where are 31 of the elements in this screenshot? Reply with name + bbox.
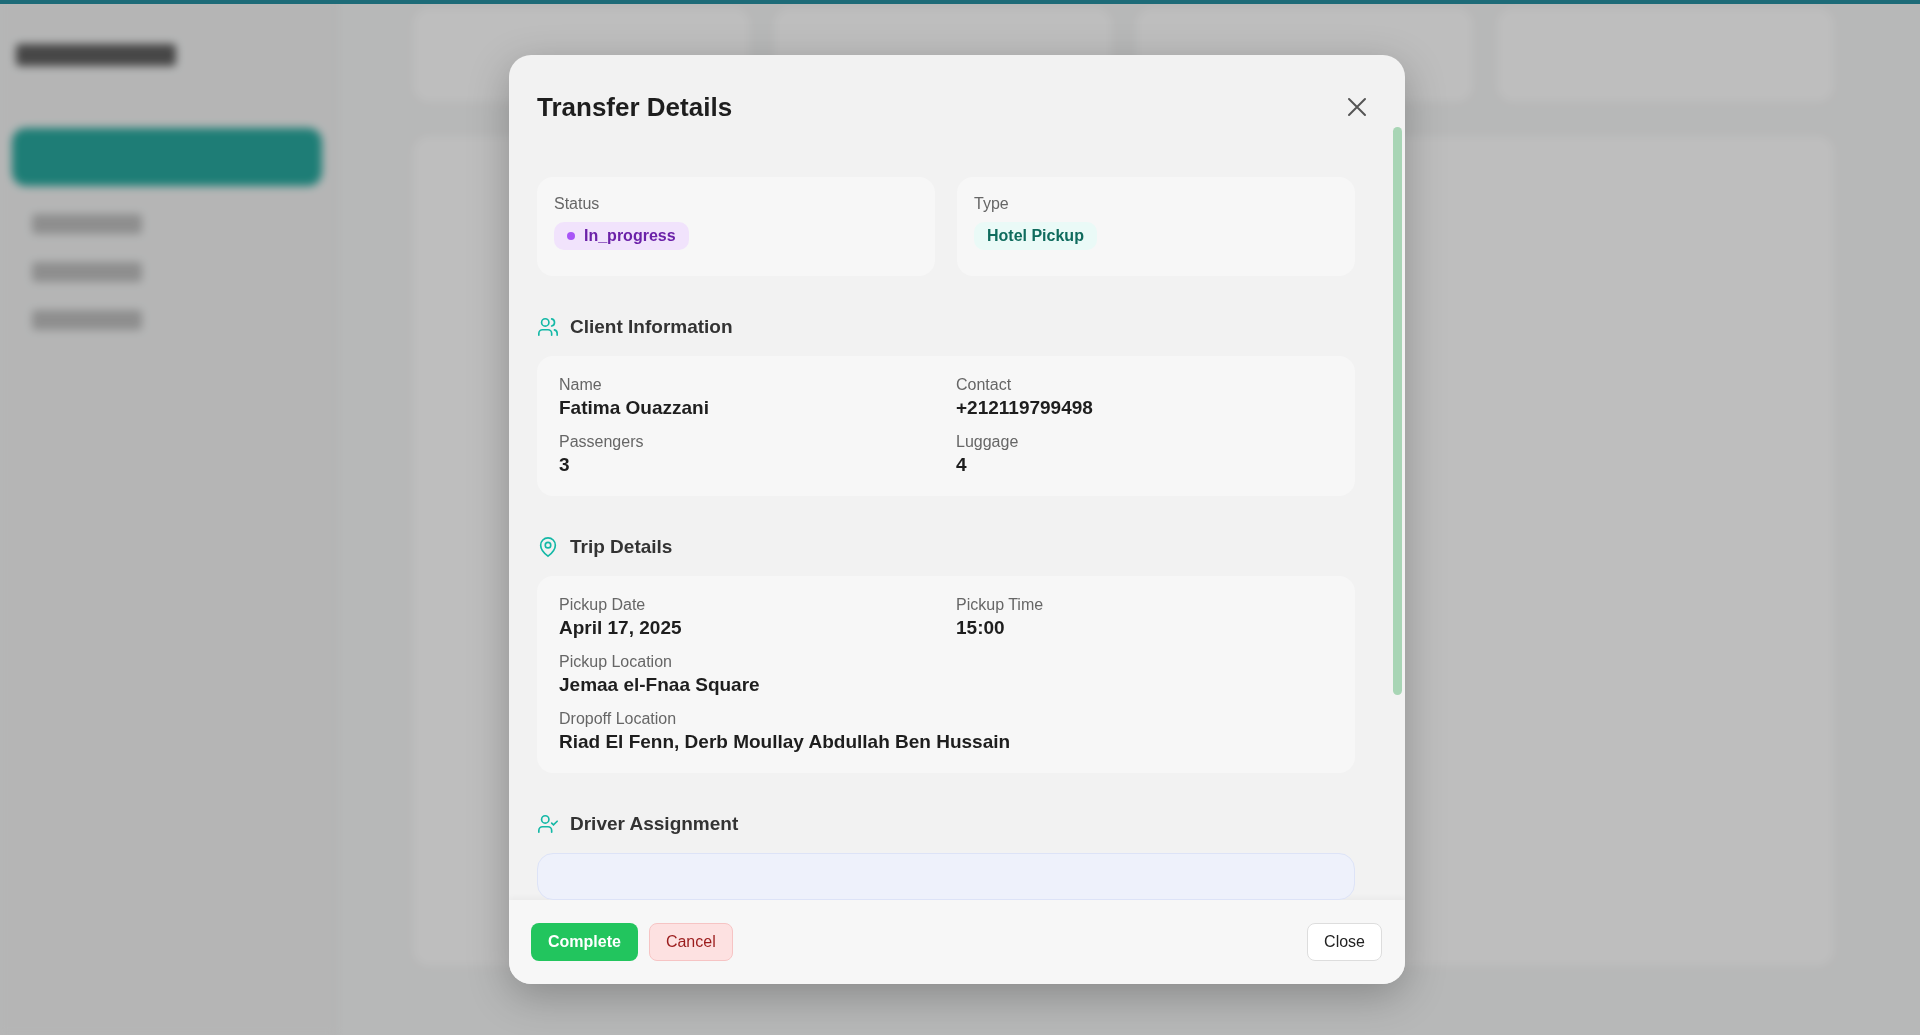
- section-title: Driver Assignment: [570, 813, 739, 835]
- field-value: 15:00: [956, 617, 1006, 639]
- field-label: Type: [974, 195, 1010, 213]
- close-icon[interactable]: [1347, 97, 1367, 117]
- field-value: Riad El Fenn, Derb Moullay Abdullah Ben Hussain: [559, 731, 1012, 753]
- status-badge: In_progress: [554, 222, 689, 250]
- field-label: Contact: [956, 376, 1013, 394]
- field-label: Pickup Location: [559, 653, 673, 671]
- field-value: 4: [956, 454, 968, 476]
- user-check-icon: [537, 813, 559, 835]
- field-label: Dropoff Location: [559, 710, 678, 728]
- close-button[interactable]: Close: [1307, 923, 1382, 961]
- scrollbar-thumb[interactable]: [1393, 127, 1402, 695]
- field-value: 3: [559, 454, 571, 476]
- cancel-button[interactable]: Cancel: [648, 923, 733, 961]
- field-label: Status: [554, 195, 601, 213]
- dialog-title: Transfer Details: [537, 91, 733, 123]
- field-value: April 17, 2025: [559, 617, 683, 639]
- map-pin-icon: [537, 536, 559, 558]
- type-badge: Hotel Pickup: [974, 222, 1097, 250]
- field-label: Pickup Time: [956, 596, 1045, 614]
- field-label: Passengers: [559, 433, 645, 451]
- users-icon: [537, 316, 559, 338]
- section-title: Trip Details: [570, 536, 673, 558]
- field-label: Luggage: [956, 433, 1020, 451]
- field-label: Name: [559, 376, 603, 394]
- field-value: Jemaa el-Fnaa Square: [559, 674, 761, 696]
- field-value: Fatima Ouazzani: [559, 397, 710, 419]
- section-title: Client Information: [570, 316, 733, 338]
- field-value: +212119799498: [956, 397, 1094, 419]
- field-label: Pickup Date: [559, 596, 647, 614]
